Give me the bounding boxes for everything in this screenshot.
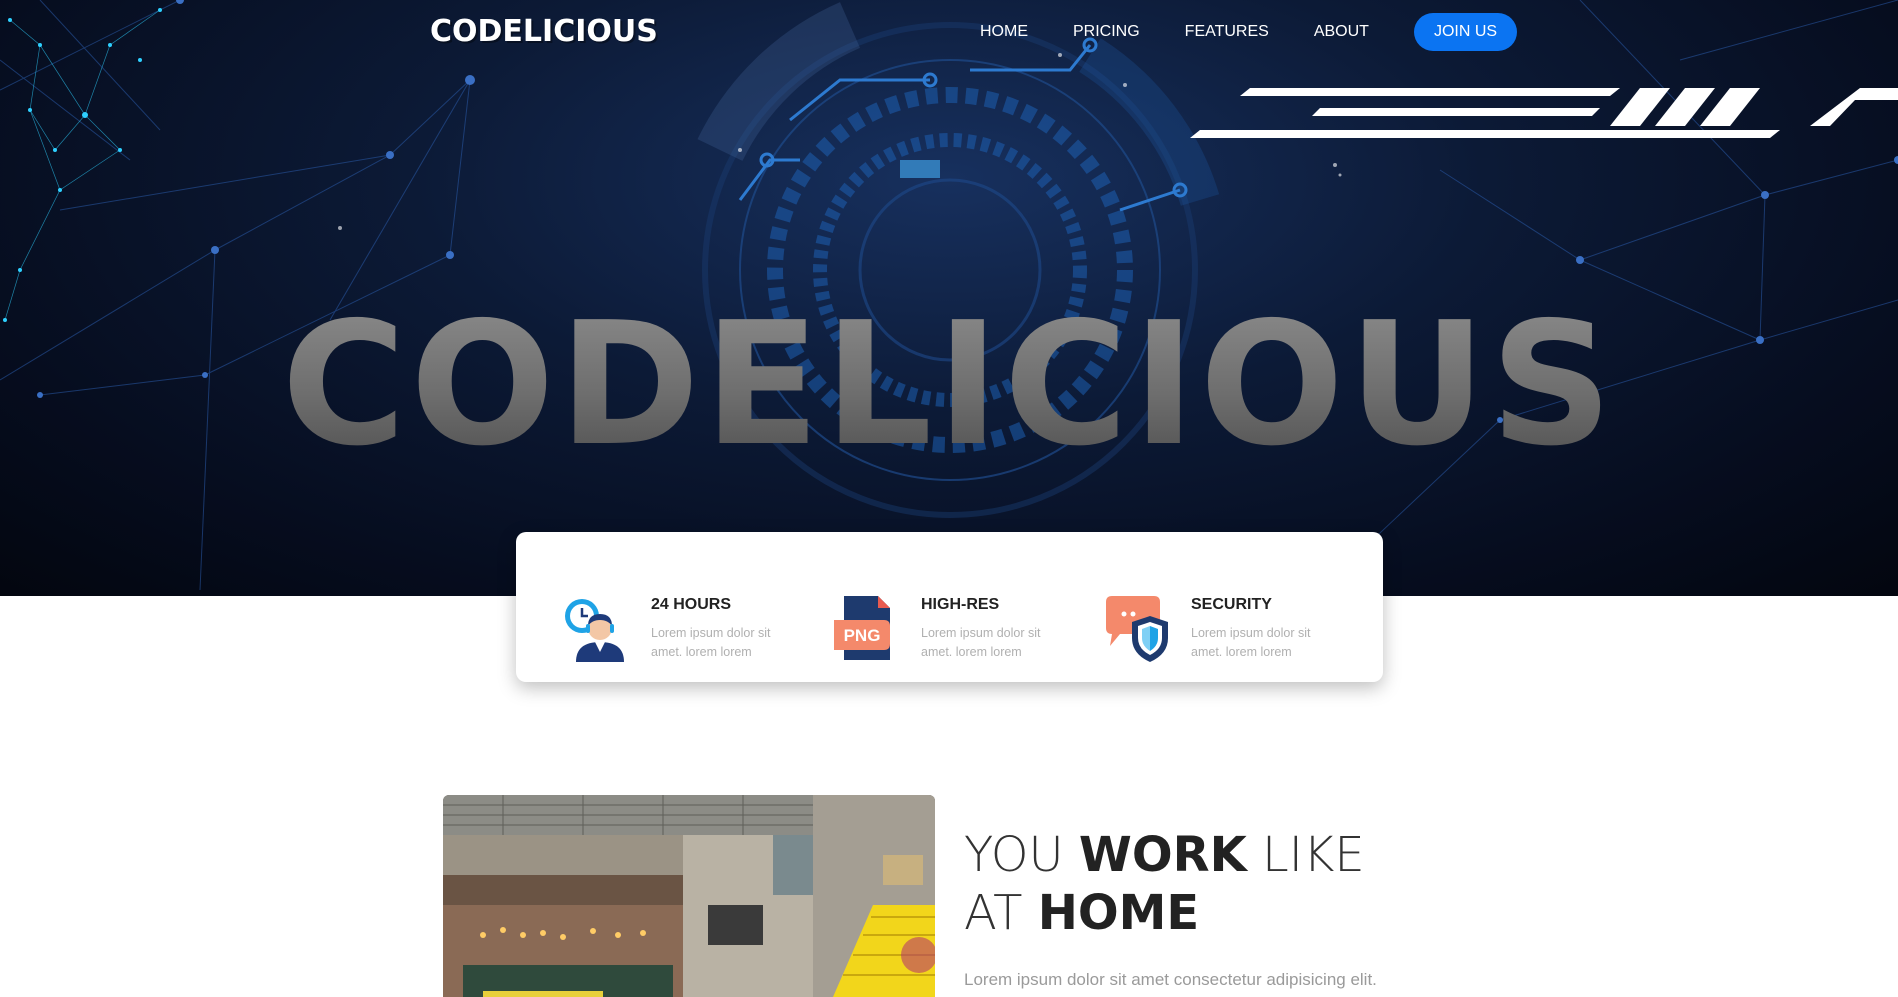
nav-home-link[interactable]: HOME [980,13,1028,51]
nav-about-link[interactable]: ABOUT [1314,13,1369,51]
hero-title: CODELICIOUS [0,300,1898,470]
about-lead-text: Lorem ipsum dolor sit amet consectetur a… [964,970,1377,989]
heading-text: YOU [964,827,1079,883]
features-card: 24 HOURS Lorem ipsum dolor sit amet. lor… [516,532,1383,682]
main-nav: HOME PRICING FEATURES ABOUT JOIN US [980,13,1518,51]
feature-24-hours: 24 HOURS Lorem ipsum dolor sit amet. lor… [516,562,771,662]
feature-title: HIGH-RES [921,596,1000,613]
heading-bold-text: HOME [1037,885,1200,941]
join-us-button[interactable]: JOIN US [1413,13,1518,51]
heading-text: LIKE [1246,827,1365,883]
chat-shield-icon [1106,596,1168,662]
about-heading: YOU WORK LIKE AT HOME [964,826,1365,942]
nav-pricing-link[interactable]: PRICING [1073,13,1140,51]
office-photo [443,795,935,997]
site-logo[interactable]: CODELICIOUS [430,14,658,49]
feature-security: SECURITY Lorem ipsum dolor sit amet. lor… [1056,562,1311,662]
feature-description: Lorem ipsum dolor sit amet. lorem lorem [1191,626,1311,659]
feature-title: 24 HOURS [651,596,732,613]
png-badge-text: PNG [844,626,881,645]
heading-bold-text: WORK [1078,827,1247,883]
feature-description: Lorem ipsum dolor sit amet. lorem lorem [921,626,1041,659]
heading-text: AT [964,885,1038,941]
support-agent-clock-icon [565,599,624,662]
hero-section: CODELICIOUS HOME PRICING FEATURES ABOUT … [0,0,1898,596]
feature-title: SECURITY [1191,596,1272,613]
feature-description: Lorem ipsum dolor sit amet. lorem lorem [651,626,771,659]
png-file-icon: PNG [834,596,890,660]
feature-high-res: PNG HIGH-RES Lorem ipsum dolor sit amet.… [786,562,1041,660]
nav-features-link[interactable]: FEATURES [1185,13,1269,51]
